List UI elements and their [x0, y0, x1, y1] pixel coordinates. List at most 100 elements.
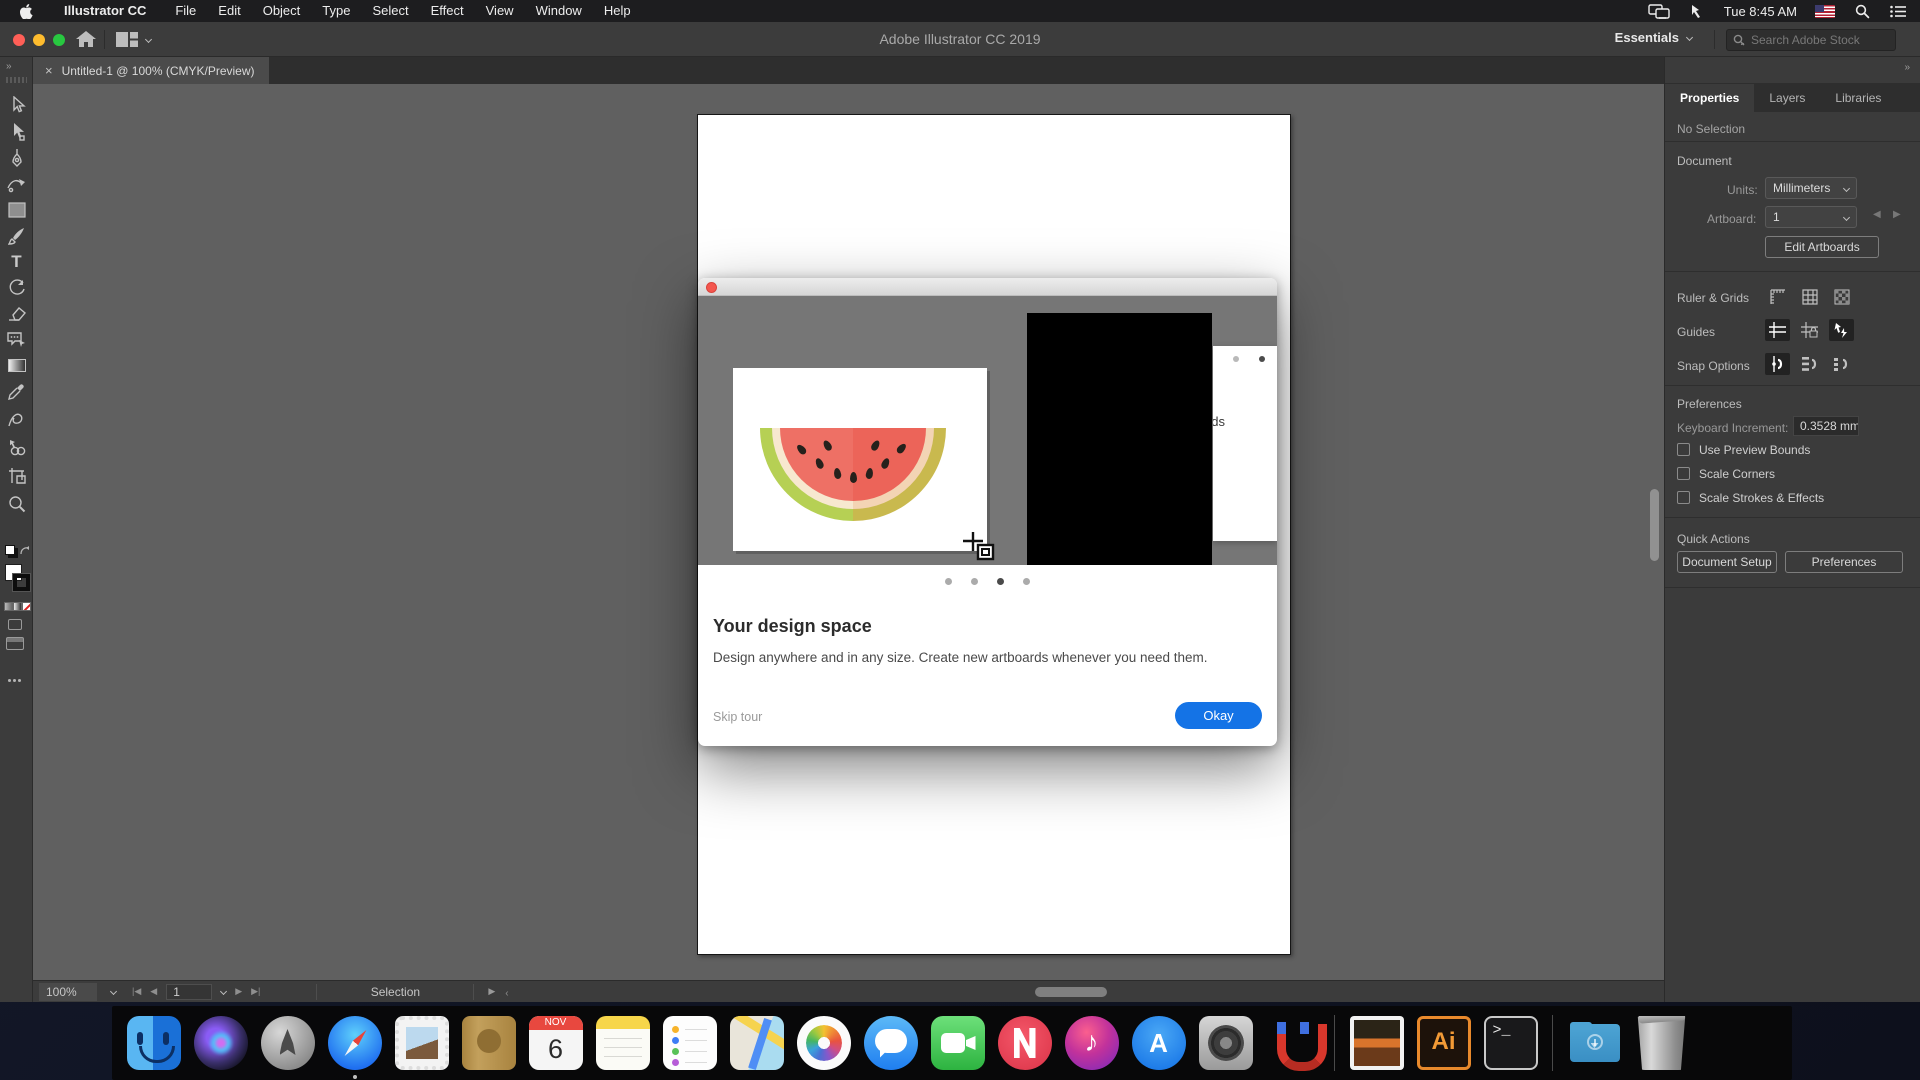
menu-item-illustrator[interactable]: Illustrator CC [53, 0, 164, 22]
dock-finder-icon[interactable] [126, 1016, 181, 1070]
comment-tool[interactable] [4, 327, 29, 352]
tab-libraries[interactable]: Libraries [1820, 84, 1896, 112]
scale-corners-checkbox[interactable] [1677, 467, 1690, 480]
units-dropdown[interactable]: Millimeters [1765, 177, 1857, 199]
close-tab-icon[interactable]: × [45, 63, 53, 78]
paintbrush-tool[interactable] [4, 223, 29, 248]
dialog-close-button[interactable] [706, 282, 717, 293]
swap-fill-stroke-icon[interactable] [20, 543, 30, 561]
menu-item-file[interactable]: File [164, 0, 207, 22]
page-dot-4[interactable] [1023, 578, 1030, 585]
color-mode-button[interactable] [4, 602, 13, 611]
zoom-dropdown-icon[interactable] [109, 987, 118, 996]
show-transparency-grid-button[interactable] [1829, 286, 1854, 308]
current-tool-indicator[interactable]: Selection [316, 983, 475, 1000]
dock-app-store-icon[interactable] [1131, 1016, 1186, 1070]
dock-downloads-folder-icon[interactable] [1568, 1016, 1622, 1070]
menu-item-select[interactable]: Select [361, 0, 419, 22]
menu-item-type[interactable]: Type [311, 0, 361, 22]
dock-maps-icon[interactable] [729, 1016, 784, 1070]
apple-menu-icon[interactable] [19, 3, 33, 19]
tab-properties[interactable]: Properties [1665, 84, 1755, 112]
adobe-stock-search-input[interactable]: Search Adobe Stock [1726, 29, 1896, 51]
next-artboard-icon[interactable]: ▶ [235, 986, 242, 997]
dock-facetime-icon[interactable] [930, 1016, 985, 1070]
previous-artboard-icon[interactable]: ◀ [150, 986, 157, 997]
dock-reminders-icon[interactable] [662, 1016, 717, 1070]
tablet-driver-icon[interactable] [1690, 4, 1706, 19]
eyedropper-tool[interactable] [4, 379, 29, 404]
menu-item-effect[interactable]: Effect [420, 0, 475, 22]
use-preview-bounds-checkbox[interactable] [1677, 443, 1690, 456]
panel-grip[interactable] [6, 77, 27, 83]
artboard-dropdown-icon[interactable] [220, 987, 228, 996]
last-artboard-icon[interactable]: ▶| [251, 986, 260, 997]
scroll-left-icon[interactable]: ‹ [505, 988, 508, 999]
default-fill-stroke-icon[interactable] [5, 545, 15, 555]
rotate-tool[interactable] [4, 275, 29, 300]
rectangle-tool[interactable] [4, 197, 29, 222]
close-window-button[interactable] [13, 34, 25, 46]
dock-terminal-icon[interactable]: >_ [1483, 1016, 1538, 1070]
curvature-tool[interactable] [4, 171, 29, 196]
width-tool[interactable] [4, 407, 29, 432]
menu-item-view[interactable]: View [475, 0, 525, 22]
show-grid-button[interactable] [1797, 286, 1822, 308]
menu-clock[interactable]: Tue 8:45 AM [1724, 4, 1797, 19]
pen-tool[interactable] [4, 145, 29, 170]
menu-item-help[interactable]: Help [593, 0, 642, 22]
dock-siri-icon[interactable] [193, 1016, 248, 1070]
dock-safari-icon[interactable] [327, 1016, 382, 1079]
dock-itunes-icon[interactable] [1064, 1016, 1119, 1070]
expand-panel-icon[interactable]: » [6, 61, 13, 72]
dock-launchpad-icon[interactable] [260, 1016, 315, 1070]
keyboard-increment-field[interactable]: 0.3528 mm [1793, 416, 1859, 436]
canvas-area[interactable]: Create new artboards Your design space D… [33, 84, 1664, 980]
page-dot-2[interactable] [971, 578, 978, 585]
skip-tour-link[interactable]: Skip tour [713, 710, 762, 724]
dock-calendar-icon[interactable]: NOV 6 [528, 1016, 583, 1070]
selection-tool[interactable] [4, 93, 29, 118]
displays-icon[interactable] [1648, 3, 1670, 19]
menu-item-object[interactable]: Object [252, 0, 312, 22]
edit-toolbar-button[interactable] [8, 669, 26, 682]
page-dot-1[interactable] [945, 578, 952, 585]
stroke-swatch[interactable] [12, 573, 31, 592]
lock-guides-button[interactable] [1797, 319, 1822, 341]
artboard-number-field[interactable]: 1 [166, 983, 213, 1000]
menu-item-window[interactable]: Window [525, 0, 593, 22]
document-tab[interactable]: × Untitled-1 @ 100% (CMYK/Preview) [33, 57, 269, 84]
artboard-tool[interactable] [4, 463, 29, 488]
next-artboard-icon[interactable]: ▶ [1893, 209, 1901, 220]
status-expand-icon[interactable]: ▶ [488, 986, 495, 997]
dock-notes-icon[interactable] [595, 1016, 650, 1070]
collapse-panel-icon[interactable]: » [1904, 62, 1911, 73]
direct-selection-tool[interactable] [4, 119, 29, 144]
snap-to-point-button[interactable] [1765, 353, 1790, 375]
scale-strokes-effects-checkbox[interactable] [1677, 491, 1690, 504]
input-language-flag-icon[interactable] [1815, 4, 1835, 18]
workspace-switcher[interactable]: Essentials [1615, 30, 1694, 45]
horizontal-scrollbar[interactable]: ‹ [505, 985, 1664, 999]
page-dot-3-active[interactable] [997, 578, 1004, 585]
previous-artboard-icon[interactable]: ◀ [1873, 209, 1881, 220]
menu-item-edit[interactable]: Edit [207, 0, 251, 22]
notification-center-icon[interactable] [1890, 5, 1906, 18]
first-artboard-icon[interactable]: |◀ [132, 986, 141, 997]
dock-messages-icon[interactable] [863, 1016, 918, 1070]
dock-mail-icon[interactable] [394, 1016, 449, 1070]
dock-magnet-icon[interactable] [1266, 1016, 1327, 1071]
zoom-tool[interactable] [4, 491, 29, 516]
shape-builder-tool[interactable] [4, 435, 29, 460]
dock-photos-icon[interactable] [796, 1016, 851, 1070]
snap-to-pixel-button[interactable] [1829, 353, 1854, 375]
document-setup-button[interactable]: Document Setup [1677, 551, 1777, 573]
eraser-tool[interactable] [4, 301, 29, 326]
okay-button[interactable]: Okay [1175, 702, 1262, 729]
none-mode-button[interactable] [22, 602, 31, 611]
dock-trash-icon[interactable] [1637, 1016, 1686, 1070]
arrange-documents-button[interactable] [116, 32, 153, 47]
preferences-button[interactable]: Preferences [1785, 551, 1903, 573]
snap-to-grid-button[interactable] [1797, 353, 1822, 375]
spotlight-search-icon[interactable] [1855, 4, 1870, 19]
